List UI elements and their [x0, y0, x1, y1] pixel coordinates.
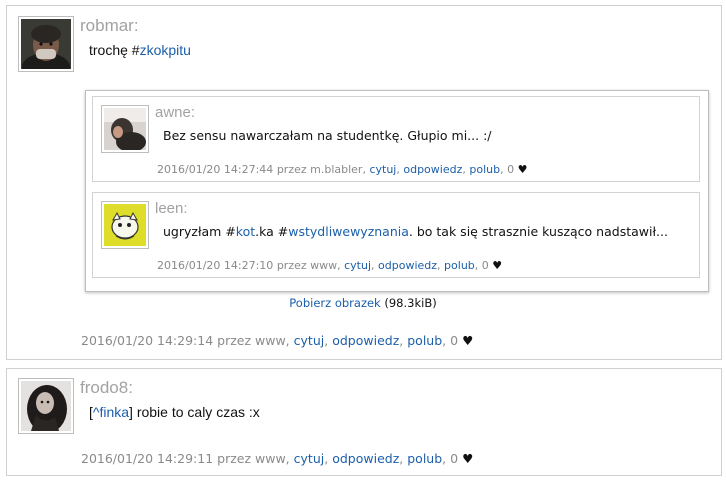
post-text-c: . bo tak się strasznie kusząco nadstawił…: [408, 224, 668, 239]
avatar-image-awne: [104, 108, 146, 152]
quote-link[interactable]: cytuj: [294, 333, 325, 348]
like-count: 0: [450, 333, 459, 348]
post-source: przez www,: [217, 451, 290, 466]
avatar[interactable]: [18, 16, 74, 81]
post-meta: 2016/01/20 14:29:14 przez www, cytuj, od…: [81, 333, 474, 348]
avatar: [101, 201, 149, 249]
embedded-post-awne: awne: Bez sensu nawarczałam na studentkę…: [92, 96, 700, 182]
heart-icon: ♥: [462, 333, 474, 348]
image-caption: Pobierz obrazek (98.3kiB): [0, 296, 726, 310]
quote-link: cytuj: [344, 259, 372, 272]
post-datetime: 2016/01/20 14:29:14: [81, 333, 214, 348]
like-link[interactable]: polub: [407, 451, 442, 466]
post-author: leen:: [155, 200, 188, 217]
like-link: polub: [469, 163, 501, 176]
like-count: 0: [507, 163, 515, 176]
like-count: 0: [481, 259, 489, 272]
post-text-prefix: trochę #: [89, 42, 140, 58]
like-count: 0: [450, 451, 459, 466]
post-author[interactable]: frodo8:: [80, 378, 133, 398]
heart-icon: ♥: [517, 163, 528, 176]
hashtag-link: kot: [235, 224, 256, 239]
like-link[interactable]: polub: [407, 333, 442, 348]
post-source: przez www,: [217, 333, 290, 348]
post-frodo8: frodo8: [^finka] robie to caly czas :x 2…: [6, 368, 722, 476]
post-meta: 2016/01/20 14:27:44 przez m.blabler, cyt…: [157, 163, 528, 176]
post-text-a: ugryzłam #: [163, 224, 236, 239]
quote-link: cytuj: [369, 163, 397, 176]
avatar-image-frodo8: [21, 381, 71, 433]
avatar[interactable]: [18, 378, 74, 434]
image-size: (98.3kiB): [384, 296, 437, 310]
post-meta: 2016/01/20 14:27:10 przez www, cytuj, od…: [157, 259, 503, 272]
avatar-image-robmar: [21, 19, 71, 81]
reply-link: odpowiedz: [403, 163, 463, 176]
post-source: przez m.blabler,: [276, 163, 366, 176]
reply-link[interactable]: odpowiedz: [332, 451, 399, 466]
post-author[interactable]: robmar:: [80, 16, 139, 36]
avatar: [101, 105, 149, 153]
heart-icon: ♥: [492, 259, 503, 272]
post-text-b: .ka #: [255, 224, 289, 239]
post-text: trochę #zkokpitu: [89, 42, 191, 58]
quote-link[interactable]: cytuj: [294, 451, 325, 466]
post-text-body: robie to caly czas :x: [132, 404, 260, 420]
embedded-post-leen: leen: ugryzłam #kot.ka #wstydliwewyznani…: [92, 192, 700, 278]
download-image-link[interactable]: Pobierz obrazek: [289, 296, 380, 310]
post-source: przez www,: [276, 259, 341, 272]
hashtag-link: wstydliwewyznania: [288, 224, 409, 239]
like-link: polub: [444, 259, 475, 272]
reply-link: odpowiedz: [378, 259, 438, 272]
heart-icon: ♥: [462, 451, 474, 466]
post-datetime: 2016/01/20 14:27:10: [157, 259, 274, 272]
post-author: awne:: [155, 104, 196, 121]
attached-image[interactable]: awne: Bez sensu nawarczałam na studentkę…: [85, 90, 709, 292]
mention-link[interactable]: ^finka: [93, 404, 129, 420]
post-text: [^finka] robie to caly czas :x: [89, 404, 260, 420]
post-text: ugryzłam #kot.ka #wstydliwewyznania. bo …: [163, 224, 668, 239]
post-text: Bez sensu nawarczałam na studentkę. Głup…: [163, 128, 492, 143]
hashtag-link[interactable]: zkokpitu: [140, 42, 191, 58]
avatar-image-leen: [104, 204, 146, 246]
reply-link[interactable]: odpowiedz: [332, 333, 399, 348]
post-datetime: 2016/01/20 14:27:44: [157, 163, 274, 176]
post-datetime: 2016/01/20 14:29:11: [81, 451, 214, 466]
post-meta: 2016/01/20 14:29:11 przez www, cytuj, od…: [81, 451, 474, 466]
